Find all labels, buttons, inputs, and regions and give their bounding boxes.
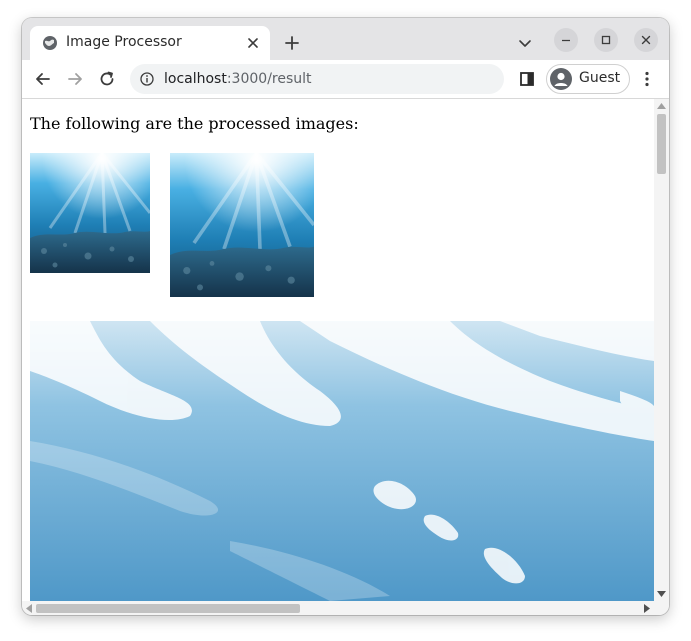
url-text: localhost:3000/result: [164, 71, 312, 87]
toolbar: localhost:3000/result Guest: [22, 60, 669, 99]
maximize-icon: [601, 35, 611, 45]
url-host: localhost: [164, 71, 227, 87]
scroll-up-arrow-icon[interactable]: [657, 103, 666, 109]
browser-window: Image Processor localhost:3000/result Gu…: [22, 18, 669, 615]
url-path: :3000/result: [226, 71, 312, 87]
minimize-icon: [562, 39, 570, 42]
vertical-scrollbar[interactable]: [654, 99, 669, 601]
tab-title: Image Processor: [66, 34, 182, 50]
page-viewport: The following are the processed images:: [22, 99, 654, 601]
address-bar[interactable]: localhost:3000/result: [130, 64, 504, 94]
horizontal-scrollbar[interactable]: [22, 601, 654, 615]
tab-image-processor[interactable]: Image Processor: [30, 26, 270, 60]
globe-icon: [43, 36, 57, 50]
close-window-button[interactable]: [634, 28, 658, 52]
scrollbar-corner: [654, 601, 669, 615]
scroll-left-arrow-icon[interactable]: [26, 604, 32, 613]
scroll-down-arrow-icon[interactable]: [657, 591, 666, 597]
vertical-scroll-thumb[interactable]: [657, 114, 666, 174]
more-menu-icon[interactable]: [638, 70, 656, 88]
chevron-down-icon[interactable]: [518, 36, 532, 50]
scroll-right-arrow-icon[interactable]: [644, 604, 650, 613]
page-caption: The following are the processed images:: [30, 114, 359, 133]
info-icon[interactable]: [140, 72, 154, 86]
profile-label: Guest: [579, 70, 621, 86]
horizontal-scroll-thumb[interactable]: [36, 604, 300, 613]
avatar-icon: [550, 68, 572, 90]
close-icon[interactable]: [246, 36, 260, 50]
tab-strip: Image Processor: [22, 18, 669, 60]
processed-image-large: [30, 321, 654, 601]
maximize-button[interactable]: [594, 28, 618, 52]
processed-image-small: [30, 153, 150, 273]
reload-icon[interactable]: [98, 70, 116, 88]
processed-image-medium: [170, 153, 314, 297]
plus-icon[interactable]: [284, 35, 300, 51]
back-arrow-icon[interactable]: [34, 70, 52, 88]
close-icon: [641, 35, 651, 45]
side-panel-icon[interactable]: [518, 70, 536, 88]
profile-button[interactable]: Guest: [546, 64, 630, 94]
minimize-button[interactable]: [554, 28, 578, 52]
forward-arrow-icon[interactable]: [66, 70, 84, 88]
